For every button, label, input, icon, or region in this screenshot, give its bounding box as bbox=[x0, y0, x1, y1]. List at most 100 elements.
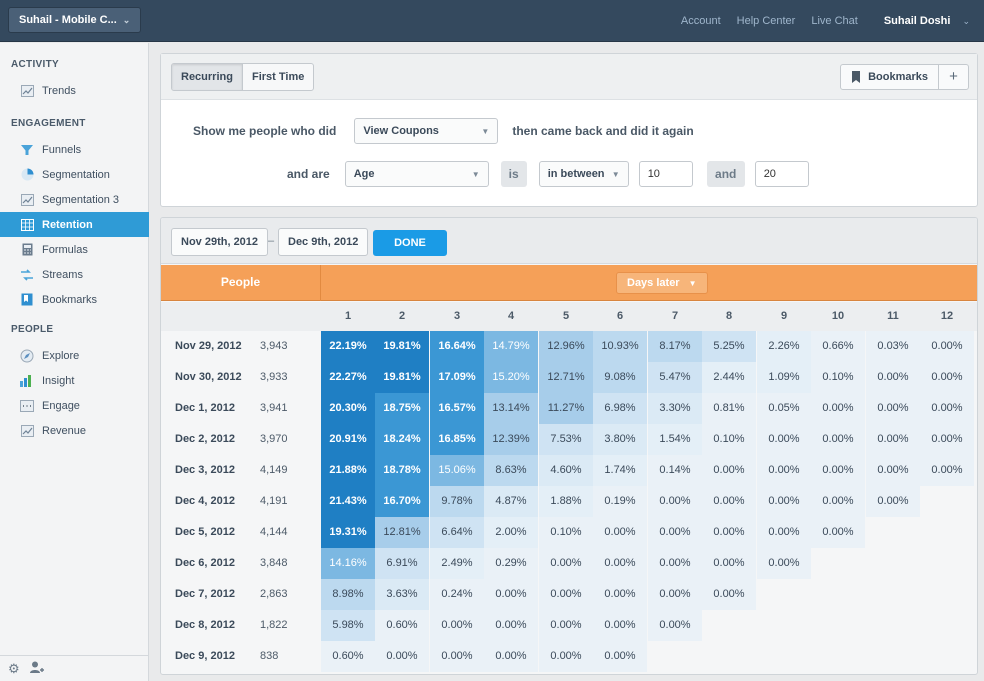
retention-cell[interactable]: 0.00% bbox=[593, 641, 647, 672]
retention-cell[interactable]: 0.10% bbox=[811, 362, 865, 393]
add-bookmark-button[interactable]: + bbox=[938, 65, 968, 89]
retention-cell[interactable]: 16.85% bbox=[430, 424, 484, 455]
property-select[interactable]: Age ▼ bbox=[344, 161, 489, 187]
retention-cell[interactable]: 0.00% bbox=[648, 517, 702, 548]
retention-cell[interactable]: 0.00% bbox=[593, 517, 647, 548]
retention-cell[interactable]: 0.00% bbox=[648, 610, 702, 641]
retention-cell[interactable]: 2.26% bbox=[757, 331, 811, 362]
retention-cell[interactable]: 0.00% bbox=[648, 579, 702, 610]
retention-cell[interactable]: 0.00% bbox=[539, 579, 593, 610]
sidebar-item-streams[interactable]: Streams bbox=[0, 262, 149, 287]
retention-cell[interactable]: 0.05% bbox=[757, 393, 811, 424]
retention-cell[interactable]: 1.09% bbox=[757, 362, 811, 393]
retention-cell[interactable]: 0.00% bbox=[811, 424, 865, 455]
sidebar-item-insight[interactable]: Insight bbox=[0, 368, 149, 393]
retention-cell[interactable]: 20.91% bbox=[321, 424, 375, 455]
bookmarks-button[interactable]: Bookmarks bbox=[841, 65, 938, 89]
retention-cell[interactable]: 17.09% bbox=[430, 362, 484, 393]
retention-cell[interactable]: 0.00% bbox=[484, 610, 538, 641]
retention-cell[interactable]: 12.39% bbox=[484, 424, 538, 455]
retention-cell[interactable]: 0.00% bbox=[866, 362, 920, 393]
sidebar-item-funnels[interactable]: Funnels bbox=[0, 137, 149, 162]
retention-cell[interactable]: 7.53% bbox=[539, 424, 593, 455]
retention-cell[interactable]: 6.64% bbox=[430, 517, 484, 548]
retention-cell[interactable]: 8.17% bbox=[648, 331, 702, 362]
retention-cell[interactable]: 19.31% bbox=[321, 517, 375, 548]
retention-cell[interactable]: 6.91% bbox=[375, 548, 429, 579]
retention-cell[interactable]: 12.81% bbox=[375, 517, 429, 548]
retention-cell[interactable]: 0.00% bbox=[866, 486, 920, 517]
retention-cell[interactable]: 2.44% bbox=[702, 362, 756, 393]
sidebar-item-bookmarks[interactable]: Bookmarks bbox=[0, 287, 149, 312]
retention-cell[interactable]: 0.00% bbox=[702, 548, 756, 579]
live-chat-link[interactable]: Live Chat bbox=[811, 15, 857, 27]
retention-cell[interactable]: 14.16% bbox=[321, 548, 375, 579]
retention-cell[interactable]: 0.29% bbox=[484, 548, 538, 579]
retention-cell[interactable]: 0.00% bbox=[811, 486, 865, 517]
retention-cell[interactable]: 0.00% bbox=[920, 424, 974, 455]
retention-cell[interactable]: 0.60% bbox=[321, 641, 375, 672]
sidebar-item-segmentation-3[interactable]: Segmentation 3 bbox=[0, 187, 149, 212]
retention-cell[interactable]: 5.25% bbox=[702, 331, 756, 362]
retention-cell[interactable]: 11.27% bbox=[539, 393, 593, 424]
retention-cell[interactable]: 3.80% bbox=[593, 424, 647, 455]
retention-cell[interactable]: 12.96% bbox=[539, 331, 593, 362]
retention-cell[interactable]: 0.24% bbox=[430, 579, 484, 610]
retention-cell[interactable]: 0.81% bbox=[702, 393, 756, 424]
retention-cell[interactable]: 0.00% bbox=[702, 517, 756, 548]
retention-cell[interactable]: 13.14% bbox=[484, 393, 538, 424]
retention-cell[interactable]: 0.00% bbox=[866, 393, 920, 424]
retention-cell[interactable]: 18.75% bbox=[375, 393, 429, 424]
retention-cell[interactable]: 0.00% bbox=[593, 579, 647, 610]
retention-cell[interactable]: 1.74% bbox=[593, 455, 647, 486]
sidebar-item-segmentation[interactable]: Segmentation bbox=[0, 162, 149, 187]
retention-cell[interactable]: 16.70% bbox=[375, 486, 429, 517]
range-to-input[interactable]: 20 bbox=[754, 161, 809, 187]
retention-cell[interactable]: 0.00% bbox=[920, 362, 974, 393]
retention-cell[interactable]: 0.00% bbox=[702, 486, 756, 517]
user-menu[interactable]: Suhail Doshi bbox=[884, 15, 951, 27]
retention-cell[interactable]: 0.14% bbox=[648, 455, 702, 486]
tab-recurring[interactable]: Recurring bbox=[172, 64, 242, 90]
retention-cell[interactable]: 0.00% bbox=[702, 579, 756, 610]
retention-cell[interactable]: 1.54% bbox=[648, 424, 702, 455]
retention-cell[interactable]: 0.00% bbox=[539, 610, 593, 641]
add-user-icon[interactable] bbox=[29, 661, 44, 677]
sidebar-item-engage[interactable]: Engage bbox=[0, 393, 149, 418]
retention-cell[interactable]: 8.63% bbox=[484, 455, 538, 486]
retention-cell[interactable]: 22.19% bbox=[321, 331, 375, 362]
retention-cell[interactable]: 2.00% bbox=[484, 517, 538, 548]
retention-cell[interactable]: 9.78% bbox=[430, 486, 484, 517]
retention-cell[interactable]: 0.00% bbox=[757, 486, 811, 517]
gear-icon[interactable]: ⚙ bbox=[8, 661, 20, 677]
retention-cell[interactable]: 9.08% bbox=[593, 362, 647, 393]
help-center-link[interactable]: Help Center bbox=[737, 15, 796, 27]
tab-first-time[interactable]: First Time bbox=[241, 64, 313, 90]
retention-cell[interactable]: 15.20% bbox=[484, 362, 538, 393]
retention-cell[interactable]: 16.57% bbox=[430, 393, 484, 424]
retention-cell[interactable]: 0.19% bbox=[593, 486, 647, 517]
retention-cell[interactable]: 0.00% bbox=[593, 548, 647, 579]
retention-cell[interactable]: 0.00% bbox=[593, 610, 647, 641]
retention-cell[interactable]: 21.88% bbox=[321, 455, 375, 486]
retention-cell[interactable]: 8.98% bbox=[321, 579, 375, 610]
sidebar-item-retention[interactable]: Retention bbox=[0, 212, 149, 237]
retention-cell[interactable]: 0.66% bbox=[811, 331, 865, 362]
project-selector[interactable]: Suhail - Mobile C... ⌄ bbox=[8, 7, 141, 33]
retention-cell[interactable]: 0.00% bbox=[539, 641, 593, 672]
retention-cell[interactable]: 10.93% bbox=[593, 331, 647, 362]
date-to-button[interactable]: Dec 9th, 2012 bbox=[278, 228, 369, 256]
retention-cell[interactable]: 5.98% bbox=[321, 610, 375, 641]
retention-cell[interactable]: 0.00% bbox=[430, 641, 484, 672]
retention-cell[interactable]: 3.63% bbox=[375, 579, 429, 610]
retention-cell[interactable]: 0.00% bbox=[811, 393, 865, 424]
retention-cell[interactable]: 15.06% bbox=[430, 455, 484, 486]
done-button[interactable]: DONE bbox=[373, 230, 447, 256]
retention-cell[interactable]: 0.03% bbox=[866, 331, 920, 362]
retention-cell[interactable]: 0.00% bbox=[484, 641, 538, 672]
range-from-input[interactable]: 10 bbox=[638, 161, 693, 187]
retention-cell[interactable]: 0.00% bbox=[484, 579, 538, 610]
retention-cell[interactable]: 0.00% bbox=[920, 331, 974, 362]
retention-cell[interactable]: 0.00% bbox=[866, 424, 920, 455]
date-from-button[interactable]: Nov 29th, 2012 bbox=[171, 228, 269, 256]
